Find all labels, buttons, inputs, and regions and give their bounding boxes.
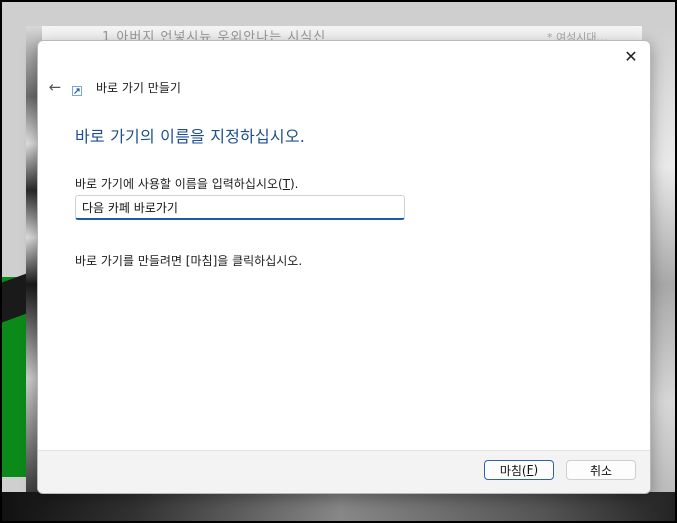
finish-button[interactable]: 마침(F) — [484, 460, 554, 480]
wizard-title: 바로 가기 만들기 — [96, 80, 181, 95]
finish-label: 마침( — [499, 463, 527, 478]
back-button[interactable]: ← — [46, 78, 64, 96]
name-prompt-accesskey: T — [282, 177, 290, 191]
finish-hint-text: 바로 가기를 만들려면 [마침]을 클릭하십시오. — [75, 254, 303, 268]
shortcut-name-input[interactable] — [75, 195, 405, 220]
page-heading: 바로 가기의 이름을 지정하십시오. — [75, 127, 306, 146]
cancel-label: 취소 — [589, 463, 613, 478]
close-icon: ✕ — [624, 46, 638, 66]
cancel-button[interactable]: 취소 — [566, 460, 636, 480]
finish-label-end: ) — [533, 463, 539, 477]
wizard-nav: ← 바로 가기 만들기 — [46, 77, 181, 97]
name-prompt-end: ). — [289, 177, 299, 191]
screenshot-frame: 1 아버지 언넣시뉴 우외안나는 시식신 * 여성시대... ✕ ← 바로 가기… — [0, 0, 677, 523]
background-bottom-strip — [2, 492, 675, 521]
dialog-footer: 마침(F) 취소 — [38, 450, 650, 493]
back-arrow-icon: ← — [48, 78, 62, 96]
create-shortcut-dialog: ✕ ← 바로 가기 만들기 바로 가기의 이름을 지정하십시오. 바로 가기에 … — [37, 40, 651, 494]
close-button[interactable]: ✕ — [620, 45, 642, 67]
shortcut-icon — [72, 86, 82, 96]
name-prompt-label: 바로 가기에 사용할 이름을 입력하십시오(T). — [75, 175, 298, 192]
name-prompt-text: 바로 가기에 사용할 이름을 입력하십시오( — [75, 177, 283, 191]
finish-accesskey: F — [526, 463, 534, 477]
